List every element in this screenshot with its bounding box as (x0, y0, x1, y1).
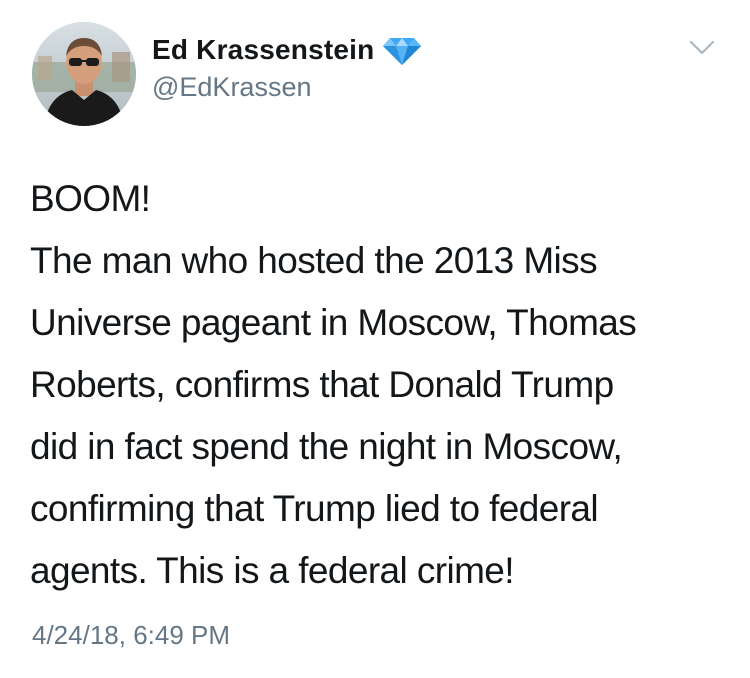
tweet-text-line: The man who hosted the 2013 Miss (30, 240, 598, 281)
author-name-row[interactable]: Ed Krassenstein (152, 30, 422, 70)
chevron-down-icon[interactable] (688, 38, 716, 58)
tweet-text: BOOM! The man who hosted the 2013 Miss U… (30, 168, 730, 602)
tweet-text-line: Universe pageant in Moscow, Thomas (30, 302, 637, 343)
tweet-text-line: did in fact spend the night in Moscow, (30, 426, 623, 467)
tweet-text-line: confirming that Trump lied to federal (30, 488, 599, 529)
timestamp[interactable]: 4/24/18, 6:49 PM (32, 620, 230, 651)
tweet-card: Ed Krassenstein @EdKrassen BOOM! The man… (0, 0, 750, 678)
diamond-icon (382, 34, 422, 66)
avatar-image (32, 22, 136, 126)
avatar[interactable] (32, 22, 136, 126)
tweet-text-line: BOOM! (30, 178, 151, 219)
user-handle[interactable]: @EdKrassen (152, 72, 311, 103)
display-name[interactable]: Ed Krassenstein (152, 34, 374, 66)
tweet-text-line: Roberts, confirms that Donald Trump (30, 364, 614, 405)
tweet-text-line: agents. This is a federal crime! (30, 550, 515, 591)
